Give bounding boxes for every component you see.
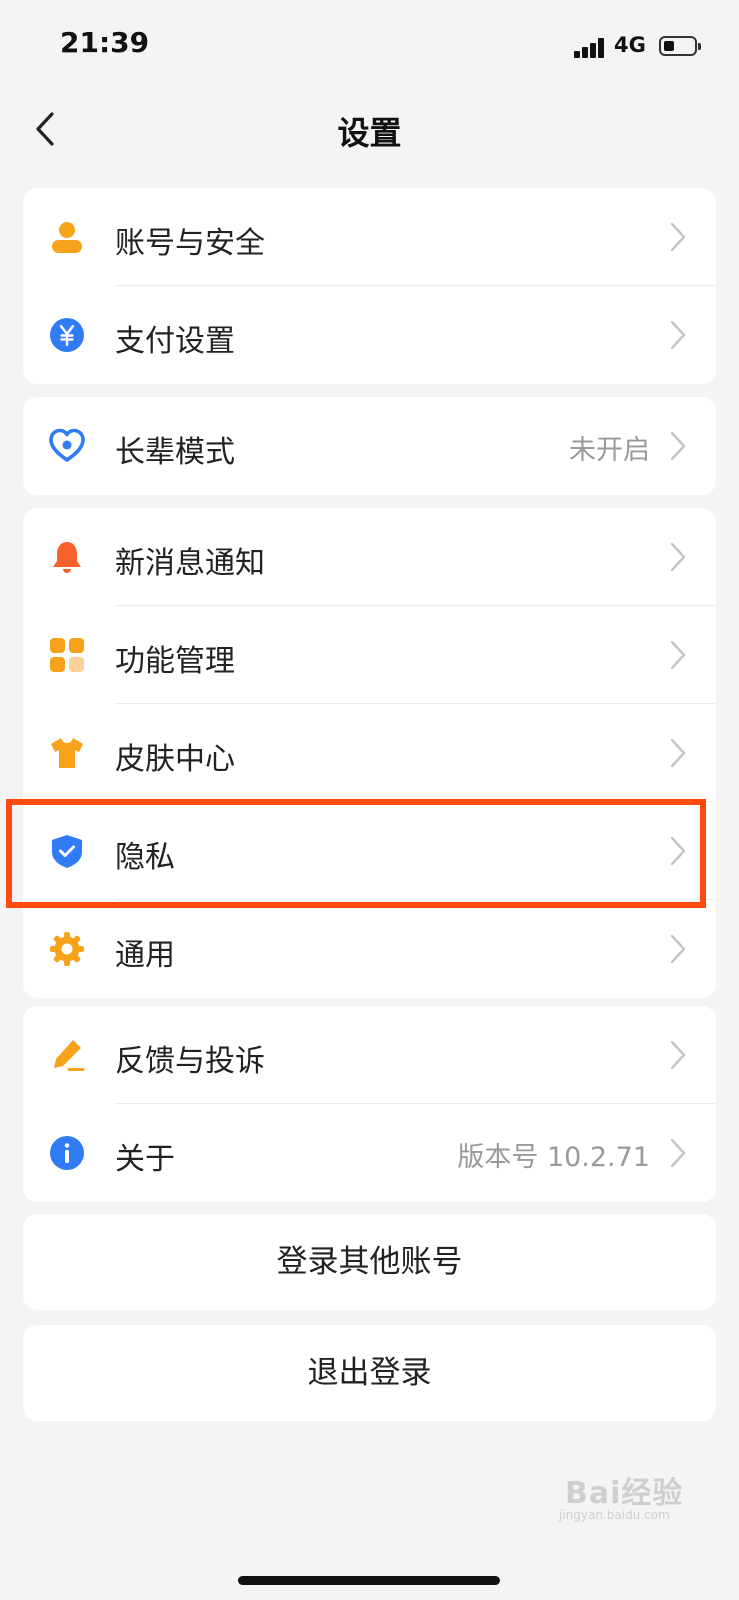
battery-icon xyxy=(659,36,701,56)
chevron-right-icon xyxy=(668,1039,688,1071)
settings-item-label: 新消息通知 xyxy=(115,546,265,581)
chevron-right-icon xyxy=(668,639,688,671)
settings-group-about: 反馈与投诉 关于 版本号 10.2.71 xyxy=(23,1006,716,1202)
watermark-site: jingyan.baidu.com xyxy=(559,1508,670,1522)
settings-item-notifications[interactable]: 新消息通知 xyxy=(23,508,716,606)
home-indicator[interactable] xyxy=(238,1576,500,1585)
edit-icon xyxy=(49,1037,85,1073)
settings-item-label: 支付设置 xyxy=(115,324,235,359)
settings-item-feature-management[interactable]: 功能管理 xyxy=(23,606,716,704)
user-icon xyxy=(49,219,85,255)
settings-item-elder-mode[interactable]: 长辈模式 未开启 xyxy=(23,397,716,495)
chevron-right-icon xyxy=(668,319,688,351)
status-bar: 21:39 4G xyxy=(0,0,739,90)
settings-item-payment[interactable]: 支付设置 xyxy=(23,286,716,384)
nav-bar: 设置 xyxy=(0,90,739,170)
chevron-right-icon xyxy=(668,737,688,769)
settings-item-general[interactable]: 通用 xyxy=(23,900,716,998)
heart-icon xyxy=(49,428,85,464)
yuan-icon xyxy=(49,317,85,353)
network-type: 4G xyxy=(614,33,646,57)
tshirt-icon xyxy=(49,735,85,771)
page-title: 设置 xyxy=(337,114,402,152)
settings-item-skin-center[interactable]: 皮肤中心 xyxy=(23,704,716,802)
settings-group-general: 新消息通知 功能管理 皮肤中心 隐私 通用 xyxy=(23,508,716,998)
chevron-right-icon xyxy=(668,835,688,867)
status-time: 21:39 xyxy=(60,26,150,59)
app-version: 版本号 10.2.71 xyxy=(457,1142,650,1173)
chevron-right-icon xyxy=(668,430,688,462)
settings-item-label: 通用 xyxy=(115,938,175,973)
logout-button[interactable]: 退出登录 xyxy=(23,1325,716,1421)
grid-icon xyxy=(49,637,85,673)
chevron-right-icon xyxy=(668,933,688,965)
chevron-right-icon xyxy=(668,1137,688,1169)
baidu-jingyan-watermark: Bai经验 jingyan.baidu.com xyxy=(555,1458,705,1528)
settings-item-privacy[interactable]: 隐私 xyxy=(23,802,716,900)
settings-item-label: 功能管理 xyxy=(115,644,235,679)
chevron-right-icon xyxy=(668,541,688,573)
settings-item-label: 长辈模式 xyxy=(115,435,235,470)
signal-icon xyxy=(574,38,606,58)
bell-icon xyxy=(49,539,85,575)
settings-item-label: 账号与安全 xyxy=(115,226,265,261)
info-icon xyxy=(49,1135,85,1171)
settings-item-label: 隐私 xyxy=(115,840,175,875)
settings-group-elder: 长辈模式 未开启 xyxy=(23,397,716,495)
settings-item-status: 未开启 xyxy=(569,435,650,466)
settings-group-account: 账号与安全 支付设置 xyxy=(23,188,716,384)
chevron-right-icon xyxy=(668,221,688,253)
settings-item-label: 反馈与投诉 xyxy=(115,1044,265,1079)
shield-check-icon xyxy=(49,833,85,869)
settings-item-feedback[interactable]: 反馈与投诉 xyxy=(23,1006,716,1104)
settings-item-account-security[interactable]: 账号与安全 xyxy=(23,188,716,286)
switch-account-button[interactable]: 登录其他账号 xyxy=(23,1214,716,1310)
settings-item-about[interactable]: 关于 版本号 10.2.71 xyxy=(23,1104,716,1202)
gear-icon xyxy=(49,931,85,967)
settings-item-label: 关于 xyxy=(115,1142,175,1177)
settings-item-label: 皮肤中心 xyxy=(115,742,235,777)
watermark-brand: Bai经验 xyxy=(565,1476,684,1511)
